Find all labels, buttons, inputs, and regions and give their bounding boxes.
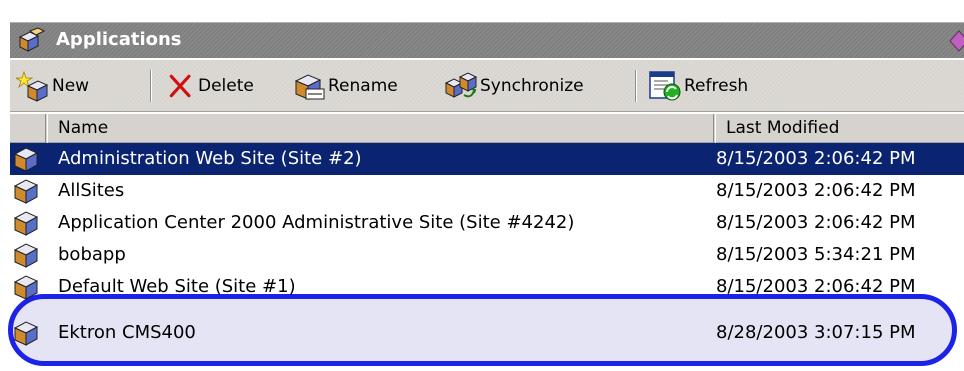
table-row[interactable]: Default Web Site (Site #1) 8/15/2003 2:0…	[10, 271, 964, 303]
row-last-modified: 8/15/2003 2:06:42 PM	[716, 148, 916, 169]
application-package-icon	[13, 179, 39, 204]
name-column-label: Name	[58, 118, 109, 138]
list-header: Name Last Modified	[10, 113, 964, 143]
application-package-icon	[13, 275, 39, 300]
row-last-modified: 8/15/2003 2:06:42 PM	[716, 180, 916, 201]
new-button-label: New	[52, 76, 90, 96]
name-column-header[interactable]: Name	[47, 114, 714, 143]
row-name: Administration Web Site (Site #2)	[58, 148, 362, 169]
row-last-modified: 8/15/2003 2:06:42 PM	[716, 212, 916, 233]
corner-diamond-icon	[949, 30, 964, 52]
new-button[interactable]: New	[16, 68, 89, 104]
application-package-icon	[13, 321, 39, 346]
row-last-modified: 8/15/2003 5:34:21 PM	[716, 244, 916, 265]
toolbar-separator	[150, 70, 152, 102]
synchronize-icon	[444, 72, 478, 98]
row-name: Application Center 2000 Administrative S…	[58, 212, 575, 233]
last-modified-column-header[interactable]: Last Modified	[715, 114, 964, 143]
row-last-modified: 8/15/2003 2:06:42 PM	[716, 276, 916, 297]
rename-icon	[294, 74, 325, 100]
delete-button[interactable]: Delete	[166, 68, 254, 104]
icon-column-header[interactable]	[10, 114, 46, 143]
toolbar-separator	[635, 70, 637, 102]
refresh-icon	[649, 71, 681, 101]
applications-icon	[18, 27, 46, 52]
synchronize-button-label: Synchronize	[480, 76, 584, 96]
last-modified-column-label: Last Modified	[726, 118, 840, 138]
application-package-icon	[13, 243, 39, 268]
synchronize-button[interactable]: Synchronize	[444, 68, 584, 104]
refresh-button-label: Refresh	[684, 76, 749, 96]
row-last-modified: 8/28/2003 3:07:15 PM	[716, 322, 916, 343]
table-row[interactable]: AllSites 8/15/2003 2:06:42 PM	[10, 175, 964, 207]
row-name: Ektron CMS400	[58, 322, 196, 343]
table-row[interactable]: Administration Web Site (Site #2) 8/15/2…	[10, 143, 964, 175]
table-row[interactable]: Ektron CMS400 8/28/2003 3:07:15 PM	[10, 317, 964, 349]
toolbar: New Delete Rename Synchronize Refresh	[10, 60, 964, 112]
row-name: Default Web Site (Site #1)	[58, 276, 296, 297]
delete-button-label: Delete	[198, 76, 254, 96]
table-row[interactable]: bobapp 8/15/2003 5:34:21 PM	[10, 239, 964, 271]
row-name: AllSites	[58, 180, 125, 201]
application-package-icon	[13, 147, 39, 172]
title-bar: Applications	[10, 22, 964, 58]
table-row[interactable]: Application Center 2000 Administrative S…	[10, 207, 964, 239]
rename-button-label: Rename	[328, 76, 398, 96]
new-sparkle-icon	[16, 70, 49, 102]
window-title: Applications	[56, 29, 182, 50]
applications-panel: Applications New Delete Rename Synchroni…	[0, 0, 964, 371]
red-x-delete-icon	[169, 74, 191, 98]
rename-button[interactable]: Rename	[292, 68, 398, 104]
refresh-button[interactable]: Refresh	[648, 68, 748, 104]
application-package-icon	[13, 211, 39, 236]
row-name: bobapp	[58, 244, 126, 265]
